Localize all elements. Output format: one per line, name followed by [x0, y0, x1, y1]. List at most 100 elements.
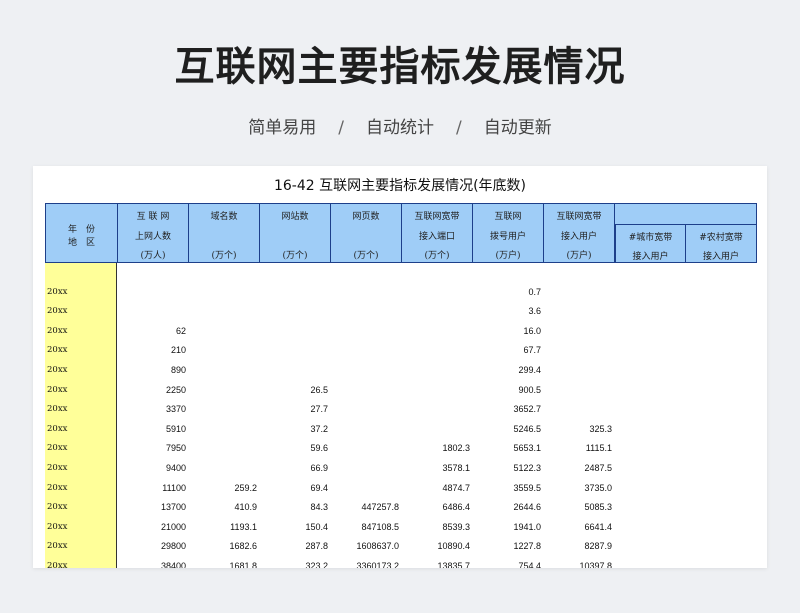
- cell-users: 38400: [160, 561, 186, 568]
- cell-domains: 410.9: [234, 502, 257, 513]
- header-urban-broadband: #城市宽带 接入用户: [615, 224, 686, 262]
- cell-ports: 3578.1: [442, 463, 470, 473]
- cell-pages: 3360173.2: [356, 561, 399, 568]
- table-row: 20xx 62 16.0: [45, 322, 757, 342]
- header-sites: 网站数 (万个): [260, 204, 331, 262]
- cell-users: 210: [170, 345, 186, 356]
- cell-pages: 1608637.0: [356, 541, 399, 552]
- year-cell: 20xx: [47, 463, 68, 473]
- cell-dialup: 5122.3: [513, 463, 541, 473]
- year-cell: 20xx: [47, 502, 68, 513]
- header-year-region: 年 份 地 区: [46, 204, 118, 262]
- header-domains: 域名数 (万个): [189, 204, 260, 262]
- cell-domains: 259.2: [234, 482, 257, 493]
- table-row: [45, 263, 757, 283]
- table-row: 20xx 2250 26.5 900.5: [45, 381, 757, 401]
- cell-bb: 10397.8: [579, 561, 612, 568]
- header-broadband-users: 互联网宽带 接入用户 (万户): [544, 204, 615, 262]
- cell-domains: 1193.1: [230, 521, 257, 532]
- header-label: 网站数: [281, 212, 309, 222]
- header-label: 网页数: [352, 212, 380, 222]
- year-cell: 20xx: [47, 561, 68, 568]
- cell-ports: 1802.3: [442, 443, 470, 454]
- header-label: (万户): [495, 251, 521, 261]
- year-cell: 20xx: [47, 423, 68, 434]
- header-label: 年 份: [67, 225, 95, 235]
- cell-dialup: 2644.6: [513, 502, 541, 513]
- cell-ports: 8539.3: [442, 521, 470, 532]
- year-cell: 20xx: [47, 521, 68, 532]
- cell-users: 29800: [160, 541, 186, 552]
- cell-dialup: 754.4: [518, 561, 541, 568]
- tagline: 简单易用 / 自动统计 / 自动更新: [0, 113, 800, 138]
- cell-users: 11100: [162, 482, 186, 493]
- cell-dialup: 5653.1: [513, 443, 541, 454]
- header-broadband-ports: 互联网宽带 接入端口 (万个): [402, 204, 473, 262]
- cell-users: 62: [175, 325, 186, 336]
- page-title: 互联网主要指标发展情况: [174, 44, 626, 90]
- header-label: 接入用户: [560, 232, 597, 242]
- header-label: 接入端口: [418, 232, 455, 242]
- cell-bb: 1115.1: [585, 443, 612, 454]
- header-label: 接入用户: [702, 252, 739, 262]
- cell-dialup: 0.7: [528, 286, 541, 297]
- header-users: 互 联 网 上网人数 (万人): [118, 204, 189, 262]
- year-cell: 20xx: [47, 306, 68, 317]
- cell-users: 9400: [165, 463, 186, 473]
- header-label: (万人): [140, 251, 166, 261]
- table-row: 20xx 13700 410.9 84.3 447257.8 6486.4 2644.6 50…: [45, 498, 757, 518]
- cell-ports: 6486.4: [442, 502, 470, 513]
- table-row: 20xx 3.6: [45, 302, 757, 322]
- cell-users: 5910: [165, 423, 186, 434]
- table-row: 20xx 3370 27.7 3652.7: [45, 400, 757, 420]
- cell-users: 21000: [160, 521, 186, 532]
- header-label: 地 区: [67, 238, 95, 248]
- year-cell: 20xx: [47, 286, 68, 297]
- header-label: #农村宽带: [699, 233, 743, 243]
- table-row: 20xx 7950 59.6 1802.3 5653.1 1115.1: [45, 439, 757, 459]
- cell-dialup: 3559.5: [513, 482, 541, 493]
- year-cell: 20xx: [47, 541, 68, 552]
- cell-bb: 2487.5: [584, 463, 612, 473]
- header-label: 互 联 网: [136, 212, 170, 222]
- header-label: 互联网: [494, 212, 522, 222]
- year-cell: 20xx: [47, 345, 68, 356]
- header-label: (万个): [211, 251, 237, 261]
- cell-sites: 150.4: [305, 521, 328, 532]
- header-label: 互联网宽带: [556, 212, 602, 222]
- header-label: 上网人数: [134, 232, 171, 242]
- table-title: 16-42 互联网主要指标发展情况(年底数): [273, 178, 527, 194]
- cell-domains: 1682.6: [229, 541, 257, 552]
- header-label: 拨号用户: [489, 232, 526, 242]
- cell-dialup: 3652.7: [513, 404, 541, 415]
- cell-sites: 26.5: [310, 384, 328, 395]
- cell-bb: 6641.4: [584, 521, 612, 532]
- year-cell: 20xx: [47, 365, 68, 375]
- table-row: 20xx 9400 66.9 3578.1 5122.3 2487.5: [45, 459, 757, 479]
- cell-domains: 1681.8: [229, 561, 257, 568]
- cell-ports: 10890.4: [437, 541, 470, 552]
- table-row: 20xx 11100 259.2 69.4 4874.7 3559.5 3735.0: [45, 479, 757, 499]
- cell-sites: 66.9: [310, 463, 328, 473]
- cell-pages: 847108.5: [361, 521, 399, 532]
- cell-bb: 325.3: [589, 423, 612, 434]
- header-label: 域名数: [210, 212, 238, 222]
- cell-sites: 323.2: [305, 561, 328, 568]
- cell-dialup: 299.4: [518, 365, 541, 375]
- tag-easy: 简单易用: [248, 118, 317, 138]
- cell-dialup: 16.0: [523, 325, 541, 336]
- cell-dialup: 900.5: [518, 384, 541, 395]
- cell-sites: 287.8: [305, 541, 328, 552]
- table-row: 20xx 29800 1682.6 287.8 1608637.0 10890.4 1227…: [45, 537, 757, 557]
- cell-bb: 3735.0: [584, 482, 612, 493]
- cell-users: 3370: [165, 404, 186, 415]
- cell-users: 890: [170, 365, 186, 375]
- cell-bb: 5085.3: [584, 502, 612, 513]
- year-cell: 20xx: [47, 325, 68, 336]
- separator: /: [338, 118, 344, 138]
- table-header: 年 份 地 区 互 联 网 上网人数 (万人) 域名数 (万个) 网站数 (万个…: [45, 203, 757, 263]
- table-row: 20xx 21000 1193.1 150.4 847108.5 8539.3 1941.0…: [45, 518, 757, 538]
- table-row: 20xx 210 67.7: [45, 341, 757, 361]
- header-label: (万个): [353, 251, 379, 261]
- cell-sites: 37.2: [310, 423, 328, 434]
